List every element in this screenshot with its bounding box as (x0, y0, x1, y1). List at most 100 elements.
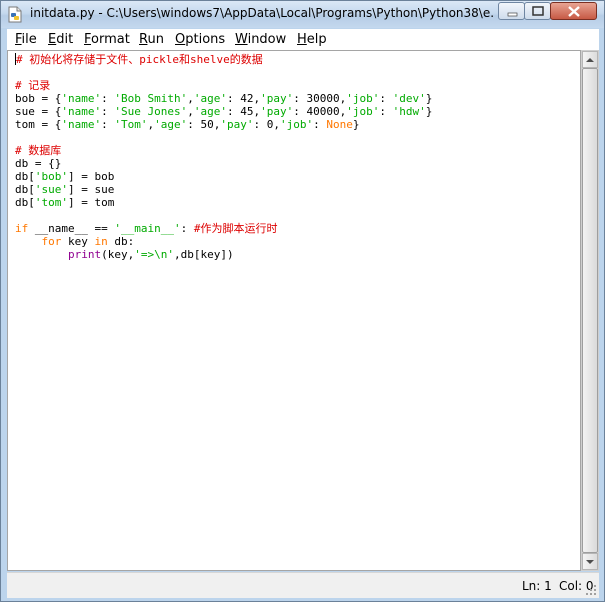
code-editor[interactable]: # 初始化将存储于文件、pickle和shelve的数据 # 记录 bob = {'… (7, 50, 581, 571)
code-token: None (326, 118, 353, 131)
code-token: : (379, 105, 393, 118)
menu-format[interactable]: Format (84, 32, 130, 47)
code-token: ] = tom (68, 196, 115, 209)
code-token: '__main__' (114, 222, 181, 235)
close-icon (568, 6, 580, 17)
status-bar: Ln: 1 Col: 0 (7, 572, 599, 598)
code-token: # 记录 (15, 79, 51, 92)
code-token: 'age' (154, 118, 188, 131)
code-token: __name__ == (28, 222, 115, 235)
code-token: key (61, 235, 95, 248)
arrow-down-icon (586, 560, 594, 564)
menu-help[interactable]: Help (297, 32, 327, 47)
code-line[interactable] (15, 66, 432, 79)
code-token: 'name' (61, 92, 102, 105)
code-token: 'job' (279, 118, 314, 131)
scrollbar-thumb[interactable] (582, 68, 598, 553)
code-token: for (41, 235, 62, 248)
scroll-down-button[interactable] (582, 553, 598, 570)
code-token: in (94, 235, 108, 248)
code-line[interactable]: # 记录 (15, 79, 432, 92)
code-token: 'job' (346, 105, 380, 118)
code-line[interactable]: db['tom'] = tom (15, 196, 432, 209)
menu-options[interactable]: Options (175, 32, 225, 47)
menu-file[interactable]: File (15, 32, 37, 47)
code-line[interactable]: sue = {'name': 'Sue Jones','age': 45,'pa… (15, 105, 432, 118)
code-token: #作为脚本运行时 (193, 222, 278, 235)
code-token: : 30000, (293, 92, 347, 105)
code-token: : (101, 105, 115, 118)
code-token: 'tom' (34, 196, 68, 209)
code-line[interactable] (15, 131, 432, 144)
code-token: (key, (101, 248, 135, 261)
code-token: 'pay' (260, 92, 294, 105)
code-token: 'hdw' (392, 105, 426, 118)
code-token: 'Bob Smith' (114, 92, 188, 105)
code-line[interactable]: bob = {'name': 'Bob Smith','age': 42,'pa… (15, 92, 432, 105)
code-token: ] = bob (68, 170, 115, 183)
code-token: db: (107, 235, 135, 248)
code-token: 'dev' (392, 92, 426, 105)
code-token: 'pay' (220, 118, 254, 131)
code-line[interactable]: tom = {'name': 'Tom','age': 50,'pay': 0,… (15, 118, 432, 131)
code-token: 'name' (61, 105, 102, 118)
code-token: db[ (15, 170, 35, 183)
code-token: # 初始化将存储于文件、pickle和shelve的数据 (16, 53, 263, 66)
code-line[interactable]: print(key,'=>\n',db[key]) (15, 248, 432, 261)
code-line[interactable]: # 初始化将存储于文件、pickle和shelve的数据 (15, 53, 432, 66)
code-token: : (180, 222, 194, 235)
minimize-button[interactable] (498, 2, 525, 20)
code-token: : 45, (226, 105, 261, 118)
maximize-button[interactable] (524, 2, 551, 20)
code-text[interactable]: # 初始化将存储于文件、pickle和shelve的数据 # 记录 bob = {'… (15, 53, 432, 261)
code-line[interactable]: db = {} (15, 157, 432, 170)
code-token: # 数据库 (15, 144, 62, 157)
code-token: , (187, 92, 194, 105)
code-token: : (379, 92, 393, 105)
code-token: : 40000, (293, 105, 347, 118)
python-file-icon (7, 6, 23, 23)
code-token: , (187, 105, 194, 118)
scroll-up-button[interactable] (582, 51, 598, 68)
code-token: tom = { (15, 118, 62, 131)
menu-edit[interactable]: Edit (48, 32, 73, 47)
code-line[interactable]: if __name__ == '__main__': #作为脚本运行时 (15, 222, 432, 235)
code-token: 'pay' (260, 105, 294, 118)
code-line[interactable] (15, 209, 432, 222)
vertical-scrollbar[interactable] (581, 50, 599, 571)
code-token: 'Sue Jones' (114, 105, 188, 118)
code-token: 'bob' (34, 170, 68, 183)
code-line[interactable]: # 数据库 (15, 144, 432, 157)
code-token: db[ (15, 183, 35, 196)
code-token: } (352, 118, 360, 131)
code-token: } (425, 105, 433, 118)
resize-grip-icon[interactable] (585, 584, 597, 596)
code-token: bob = { (15, 92, 62, 105)
idle-editor-window: initdata.py - C:\Users\windows7\AppData\… (0, 0, 605, 602)
code-token: 'age' (193, 92, 227, 105)
code-token: 'Tom' (114, 118, 148, 131)
menu-window[interactable]: Window (235, 32, 286, 47)
code-token: db[ (15, 196, 35, 209)
code-token: print (67, 248, 102, 261)
code-token: : 42, (226, 92, 261, 105)
close-button[interactable] (550, 2, 597, 20)
code-token: : 50, (187, 118, 221, 131)
code-line[interactable]: db['sue'] = sue (15, 183, 432, 196)
code-token: '=>\n' (134, 248, 174, 261)
title-bar[interactable]: initdata.py - C:\Users\windows7\AppData\… (1, 1, 604, 28)
minimize-icon (507, 12, 518, 17)
code-token: ,db[key]) (173, 248, 234, 261)
code-token: } (425, 92, 433, 105)
code-token: 'age' (193, 105, 227, 118)
code-line[interactable]: for key in db: (15, 235, 432, 248)
code-token: : (101, 92, 115, 105)
menu-run[interactable]: Run (139, 32, 164, 47)
code-token: : (101, 118, 115, 131)
code-token: sue = { (15, 105, 62, 118)
menu-bar: File Edit Format Run Options Window Help (7, 29, 599, 50)
code-token: if (15, 222, 29, 235)
code-line[interactable]: db['bob'] = bob (15, 170, 432, 183)
maximize-icon (532, 6, 544, 16)
